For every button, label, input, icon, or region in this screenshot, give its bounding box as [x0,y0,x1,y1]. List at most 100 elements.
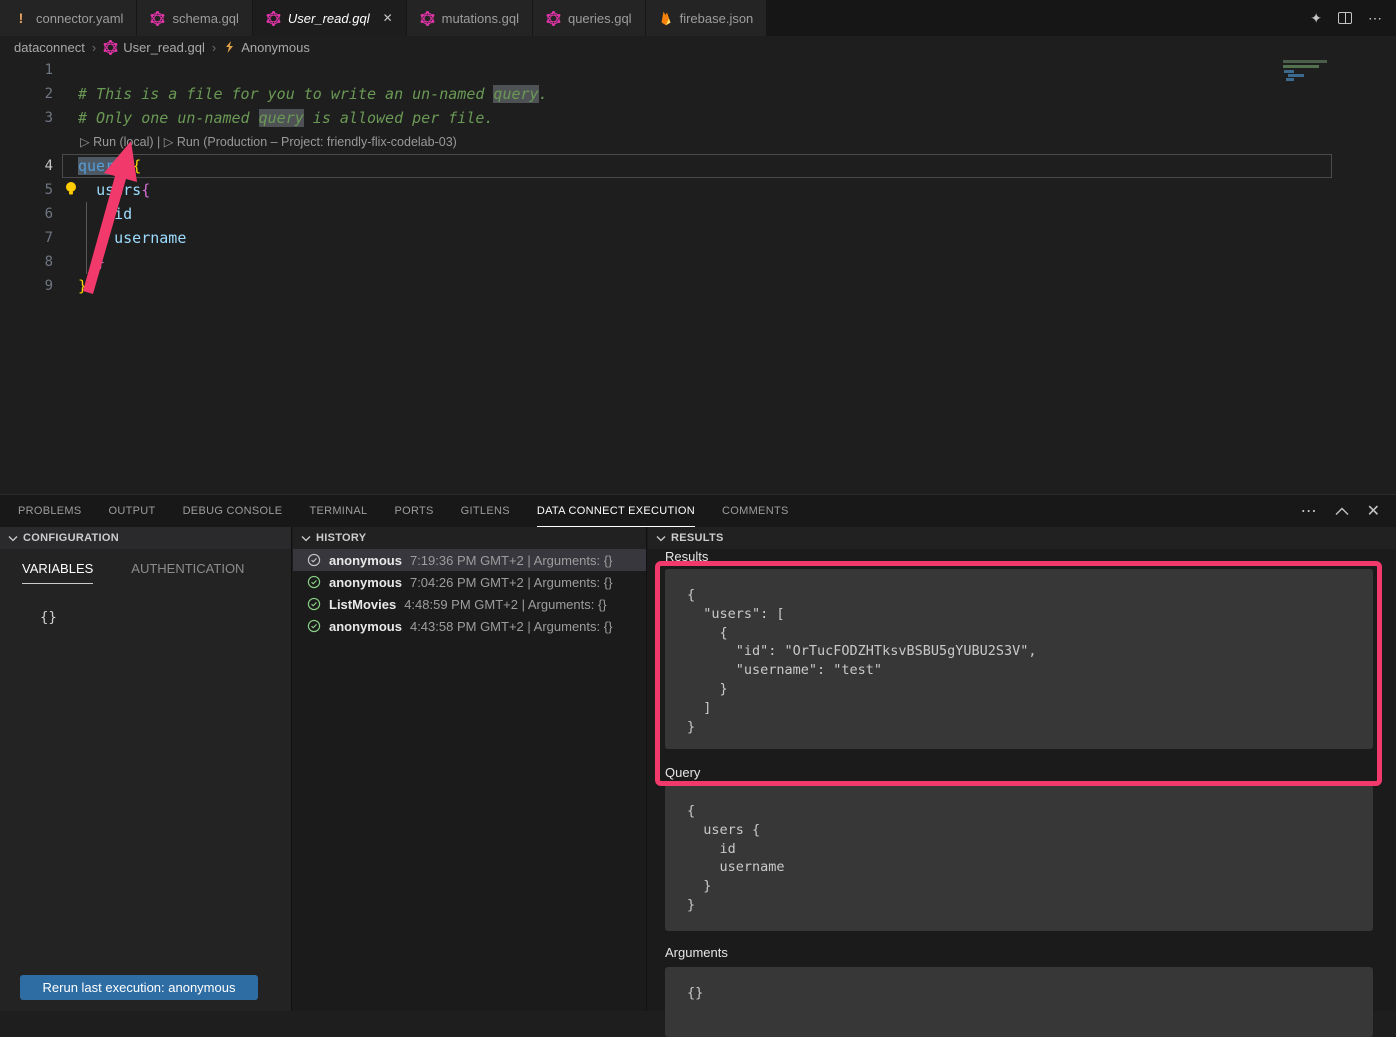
close-icon[interactable]: ✕ [1367,501,1380,521]
check-circle-icon [307,575,321,589]
minimap[interactable] [1282,58,1334,148]
history-item-name: anonymous [329,619,402,634]
code-text: } [62,250,105,274]
close-icon[interactable]: ✕ [383,11,393,25]
breadcrumb-label: User_read.gql [123,40,205,55]
query-label: Query [648,765,700,780]
chevron-up-icon[interactable] [1335,507,1349,516]
code-line-8: 8 } [0,250,1396,274]
graphql-icon [103,40,118,55]
history-item-meta: 4:43:58 PM GMT+2 | Arguments: {} [410,619,612,634]
breadcrumb-item-Anonymous[interactable]: Anonymous [223,40,310,55]
breadcrumb: dataconnect › User_read.gql › Anonymous [0,36,1396,58]
line-number: 8 [0,250,62,274]
line-number: 9 [0,274,62,298]
tab-list: !connector.yamlschema.gql User_read.gql ✕ m… [0,0,767,36]
history-item[interactable]: anonymous7:04:26 PM GMT+2 | Arguments: {… [293,571,646,593]
results-header-label: RESULTS [671,532,724,544]
breadcrumb-separator: › [212,40,216,55]
history-item-meta: 4:48:59 PM GMT+2 | Arguments: {} [404,597,606,612]
run-production-link[interactable]: ▷ Run (Production – Project: friendly-fl… [164,135,457,149]
graphql-icon [266,11,281,26]
file-tab-schema.gql[interactable]: schema.gql [137,0,252,36]
check-circle-icon [307,553,321,567]
line-number: 4 [0,154,62,178]
breadcrumb-item-dataconnect[interactable]: dataconnect [14,40,85,55]
panel-tab-output[interactable]: OUTPUT [109,495,156,527]
firebase-icon [659,10,673,26]
arguments-code: {} [687,984,1359,1003]
more-actions-icon[interactable]: ⋯ [1368,10,1382,27]
copilot-icon[interactable]: ✦ [1310,10,1322,27]
code-text: } [62,274,87,298]
chevron-down-icon [8,535,18,542]
panel-tab-gitlens[interactable]: GITLENS [461,495,510,527]
rerun-button[interactable]: Rerun last execution: anonymous [20,975,258,1000]
panel-tab-problems[interactable]: PROBLEMS [18,495,82,527]
panel-tab-comments[interactable]: COMMENTS [722,495,789,527]
code-text: id [62,202,132,226]
breadcrumb-item-User_read.gql[interactable]: User_read.gql [103,40,205,55]
history-item[interactable]: anonymous7:19:36 PM GMT+2 | Arguments: {… [293,549,646,571]
line-number: 2 [0,82,62,106]
history-item[interactable]: ListMovies4:48:59 PM GMT+2 | Arguments: … [293,593,646,615]
code-line-7: 7 username [0,226,1396,250]
file-tab-User_read.gql[interactable]: User_read.gql ✕ [253,0,407,36]
query-code: { users { id username } } [687,802,1359,915]
panel-tab-list: PROBLEMS OUTPUT DEBUG CONSOLE TERMINAL PORTS… [18,495,816,527]
variables-value[interactable]: {} [0,584,291,626]
code-line-3: 3# Only one un-named query is allowed pe… [0,106,1396,130]
code-text: # This is a file for you to write an un-… [62,82,548,106]
file-tab-firebase.json[interactable]: firebase.json [646,0,768,36]
split-editor-icon[interactable] [1338,12,1352,24]
configuration-section: CONFIGURATION VARIABLES AUTHENTICATION {}… [0,527,292,1011]
history-item-meta: 7:04:26 PM GMT+2 | Arguments: {} [410,575,612,590]
minimap-mark [1284,70,1294,73]
minimap-mark [1283,60,1327,63]
minimap-mark [1286,78,1294,81]
indent-guide [86,202,87,274]
panel-tab-ports[interactable]: PORTS [394,495,433,527]
file-tab-queries.gql[interactable]: queries.gql [533,0,646,36]
query-code-box: { users { id username } } [665,785,1373,931]
code-text: username [62,226,186,250]
tab-label: User_read.gql [288,11,370,26]
code-editor[interactable]: 12# This is a file for you to write an u… [0,58,1396,494]
configuration-header[interactable]: CONFIGURATION [0,527,291,549]
check-circle-icon [307,619,321,633]
code-line-6: 6 id [0,202,1396,226]
history-header[interactable]: HISTORY [293,527,646,549]
chevron-down-icon [301,535,311,542]
graphql-icon [546,11,561,26]
code-line-4: 4query { [0,154,1396,178]
code-line-2: 2# This is a file for you to write an un… [0,82,1396,106]
results-label: Results [648,549,708,564]
file-tab-connector.yaml[interactable]: !connector.yaml [0,0,137,36]
file-tab-mutations.gql[interactable]: mutations.gql [407,0,533,36]
line-number: 3 [0,106,62,130]
breadcrumb-separator: › [92,40,96,55]
history-header-label: HISTORY [316,532,366,544]
results-code-box: { "users": [ { "id": "OrTucFODZHTksvBSBU… [665,569,1373,749]
config-tab-authentication[interactable]: AUTHENTICATION [131,561,244,584]
bottom-panel: PROBLEMS OUTPUT DEBUG CONSOLE TERMINAL PORTS… [0,494,1396,1010]
panel-tab-terminal[interactable]: TERMINAL [309,495,367,527]
more-actions-icon[interactable]: ⋯ [1301,501,1317,521]
breadcrumb-label: Anonymous [241,40,310,55]
code-text [62,58,78,82]
panel-tab-data-connect-execution[interactable]: DATA CONNECT EXECUTION [537,495,695,527]
line-number: 1 [0,58,62,82]
lightbulb-icon[interactable] [64,180,78,198]
config-tab-variables[interactable]: VARIABLES [22,561,93,584]
minimap-mark [1288,74,1304,77]
history-item[interactable]: anonymous 4:43:58 PM GMT+2 | Arguments: {… [293,615,646,637]
panel-tab-debug-console[interactable]: DEBUG CONSOLE [183,495,283,527]
run-local-link[interactable]: ▷ Run (local) [80,135,154,149]
history-section: HISTORY anonymous7:19:36 PM GMT+2 | Argu… [293,527,647,1011]
tab-label: connector.yaml [36,11,123,26]
results-header[interactable]: RESULTS [648,527,1396,549]
minimap-mark [1283,65,1319,68]
chevron-down-icon [656,535,666,542]
code-line-1: 1 [0,58,1396,82]
tab-label: queries.gql [568,11,632,26]
